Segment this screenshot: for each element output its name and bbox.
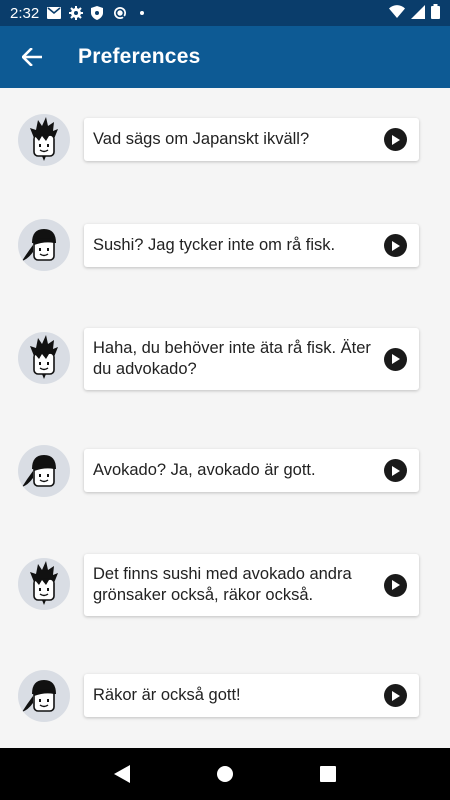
message-bubble: Avokado? Ja, avokado är gott. bbox=[84, 449, 419, 492]
play-icon bbox=[392, 465, 400, 476]
play-icon bbox=[392, 690, 400, 701]
avatar-ponytail bbox=[18, 445, 70, 497]
app-bar: Preferences bbox=[0, 26, 450, 88]
message-text: Det finns sushi med avokado andra grönsa… bbox=[93, 565, 352, 604]
nav-back-button[interactable] bbox=[102, 754, 142, 794]
message-bubble: Vad sägs om Japanskt ikväll? bbox=[84, 118, 419, 161]
avatar-spiky-hair bbox=[18, 114, 70, 166]
play-icon bbox=[392, 354, 400, 364]
status-time: 2:32 bbox=[10, 4, 40, 22]
list-item: Det finns sushi med avokado andra grönsa… bbox=[0, 554, 450, 636]
shield-icon bbox=[91, 6, 105, 20]
message-text: Räkor är också gott! bbox=[93, 686, 241, 704]
avatar-ponytail bbox=[18, 219, 70, 271]
message-bubble: Räkor är också gott! bbox=[84, 674, 419, 717]
play-icon bbox=[392, 580, 400, 590]
message-text: Vad sägs om Japanskt ikväll? bbox=[93, 130, 310, 148]
play-button[interactable] bbox=[384, 347, 407, 371]
dot-icon bbox=[135, 6, 149, 20]
wifi-icon bbox=[389, 5, 405, 21]
play-button[interactable] bbox=[384, 573, 407, 597]
system-nav-bar bbox=[0, 748, 450, 800]
play-icon bbox=[392, 240, 400, 251]
list-item: Sushi? Jag tycker inte om rå fisk. bbox=[0, 218, 450, 298]
list-item: Haha, du behöver inte äta rå fisk. Äter … bbox=[0, 328, 450, 410]
avatar-ponytail bbox=[18, 670, 70, 722]
home-circle-icon bbox=[216, 766, 233, 782]
signal-icon bbox=[411, 4, 425, 22]
sync-icon bbox=[113, 6, 127, 20]
page-title: Preferences bbox=[78, 45, 201, 68]
avatar-spiky-hair bbox=[18, 332, 70, 384]
back-triangle-icon bbox=[113, 765, 130, 783]
message-bubble: Det finns sushi med avokado andra grönsa… bbox=[84, 554, 419, 616]
gmail-icon bbox=[47, 6, 62, 20]
nav-recents-button[interactable] bbox=[308, 754, 348, 794]
message-bubble: Sushi? Jag tycker inte om rå fisk. bbox=[84, 224, 419, 267]
message-text: Avokado? Ja, avokado är gott. bbox=[93, 461, 316, 479]
play-button[interactable] bbox=[384, 128, 407, 151]
conversation-list: Vad sägs om Japanskt ikväll? Sushi? Jag … bbox=[0, 88, 450, 748]
list-item: Vad sägs om Japanskt ikväll? bbox=[0, 112, 450, 192]
message-bubble: Haha, du behöver inte äta rå fisk. Äter … bbox=[84, 328, 419, 390]
battery-icon bbox=[431, 4, 440, 22]
gear-icon bbox=[69, 6, 84, 20]
recents-square-icon bbox=[320, 766, 337, 782]
play-button[interactable] bbox=[384, 234, 407, 257]
status-bar: 2:32 bbox=[0, 0, 450, 26]
play-button[interactable] bbox=[384, 684, 407, 707]
back-button[interactable] bbox=[0, 26, 64, 88]
arrow-left-icon bbox=[22, 48, 42, 66]
play-icon bbox=[392, 134, 400, 145]
list-item: Räkor är också gott! bbox=[0, 670, 450, 750]
message-text: Haha, du behöver inte äta rå fisk. Äter … bbox=[93, 339, 371, 378]
message-text: Sushi? Jag tycker inte om rå fisk. bbox=[93, 236, 336, 254]
play-button[interactable] bbox=[384, 459, 407, 482]
avatar-spiky-hair bbox=[18, 558, 70, 610]
nav-home-button[interactable] bbox=[205, 754, 245, 794]
list-item: Avokado? Ja, avokado är gott. bbox=[0, 444, 450, 524]
